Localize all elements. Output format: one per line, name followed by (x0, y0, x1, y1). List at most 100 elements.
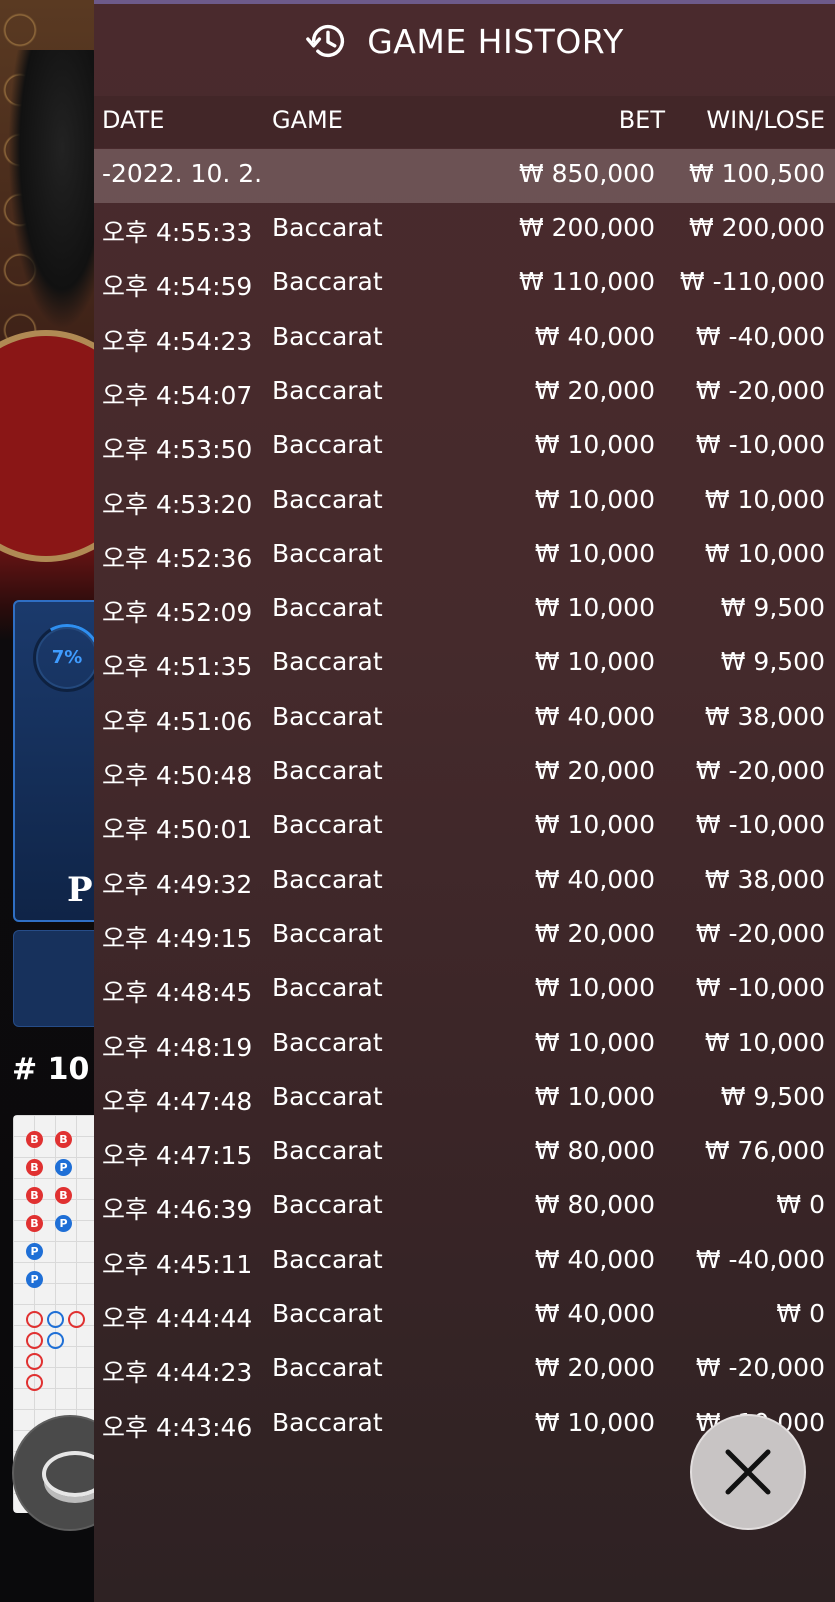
table-row[interactable]: 오후 4:54:07 Baccarat ₩ 20,000 ₩ -20,000 (94, 369, 835, 423)
table-row[interactable]: 오후 4:47:15 Baccarat ₩ 80,000 ₩ 76,000 (94, 1129, 835, 1183)
history-game: Baccarat (272, 756, 383, 785)
date-total-bet: ₩ 850,000 (518, 159, 655, 188)
history-game: Baccarat (272, 430, 383, 460)
column-headers: DATE GAME BET WIN/LOSE (94, 96, 835, 148)
history-time: 오후 4:53:20 (102, 489, 253, 519)
history-game: Baccarat (272, 593, 383, 623)
road-ring (26, 1374, 43, 1391)
table-row[interactable]: 오후 4:50:01 Baccarat ₩ 10,000 ₩ -10,000 (94, 803, 835, 857)
history-time: 오후 4:44:44 (102, 1304, 253, 1333)
history-game: Baccarat (272, 1136, 383, 1166)
game-table (0, 330, 100, 562)
history-time: 오후 4:52:36 (102, 543, 253, 573)
history-win-lose: ₩ 10,000 (704, 538, 825, 568)
history-game: Baccarat (272, 701, 383, 731)
table-row[interactable]: 오후 4:51:35 Baccarat ₩ 10,000 ₩ 9,500 (94, 640, 835, 694)
game-history-panel: GAME HISTORY DATE GAME BET WIN/LOSE -202… (94, 0, 835, 1602)
history-icon (306, 24, 345, 58)
table-row[interactable]: 오후 4:49:15 Baccarat ₩ 20,000 ₩ -20,000 (94, 912, 835, 966)
history-header: GAME HISTORY (94, 18, 835, 78)
history-game: Baccarat (272, 1081, 383, 1111)
table-row[interactable]: 오후 4:44:44 Baccarat ₩ 40,000 ₩ 0 (94, 1292, 835, 1346)
progress-ring: 7% (33, 624, 101, 692)
table-row[interactable]: 오후 4:48:19 Baccarat ₩ 10,000 ₩ 10,000 (94, 1021, 835, 1075)
history-time: 오후 4:48:19 (102, 1032, 253, 1062)
table-row[interactable]: 오후 4:48:45 Baccarat ₩ 10,000 ₩ -10,000 (94, 966, 835, 1020)
table-row[interactable]: 오후 4:44:23 Baccarat ₩ 20,000 ₩ -20,000 (94, 1346, 835, 1400)
col-bet: BET (618, 106, 665, 134)
history-time: 오후 4:43:46 (102, 1412, 253, 1442)
history-game: Baccarat (272, 538, 383, 568)
col-win-lose: WIN/LOSE (706, 106, 825, 134)
table-row[interactable]: 오후 4:53:20 Baccarat ₩ 10,000 ₩ 10,000 (94, 478, 835, 532)
history-time: 오후 4:49:15 (102, 923, 253, 953)
history-bet: ₩ 10,000 (534, 593, 655, 623)
history-time: 오후 4:50:48 (102, 761, 253, 790)
table-row[interactable]: 오후 4:45:11 Baccarat ₩ 40,000 ₩ -40,000 (94, 1238, 835, 1292)
history-bet: ₩ 20,000 (534, 375, 655, 405)
history-bet: ₩ 20,000 (534, 756, 655, 785)
date-group-row[interactable]: -2022. 10. 2. ₩ 850,000 ₩ 100,500 (94, 149, 835, 203)
history-time: 오후 4:54:59 (102, 272, 253, 302)
history-time: 오후 4:51:35 (102, 652, 253, 682)
history-win-lose: ₩ 9,500 (720, 1081, 825, 1111)
table-row[interactable]: 오후 4:52:36 Baccarat ₩ 10,000 ₩ 10,000 (94, 532, 835, 586)
history-win-lose: ₩ -10,000 (695, 810, 825, 840)
table-row[interactable]: 오후 4:46:39 Baccarat ₩ 80,000 ₩ 0 (94, 1183, 835, 1237)
table-row[interactable]: 오후 4:51:06 Baccarat ₩ 40,000 ₩ 38,000 (94, 695, 835, 749)
table-row[interactable]: 오후 4:49:32 Baccarat ₩ 40,000 ₩ 38,000 (94, 858, 835, 912)
history-win-lose: ₩ -20,000 (695, 756, 825, 785)
history-win-lose: ₩ 10,000 (704, 484, 825, 514)
history-time: 오후 4:51:06 (102, 706, 253, 736)
history-time: 오후 4:47:15 (102, 1141, 253, 1171)
history-win-lose: ₩ 10,000 (704, 1027, 825, 1057)
history-game: Baccarat (272, 1299, 383, 1328)
table-row[interactable]: 오후 4:54:59 Baccarat ₩ 110,000 ₩ -110,000 (94, 260, 835, 314)
table-row[interactable]: 오후 4:47:48 Baccarat ₩ 10,000 ₩ 9,500 (94, 1075, 835, 1129)
table-row[interactable]: 오후 4:55:33 Baccarat ₩ 200,000 ₩ 200,000 (94, 206, 835, 260)
close-button[interactable] (690, 1414, 806, 1530)
history-win-lose: ₩ 0 (776, 1299, 825, 1328)
dealer-figure (8, 50, 98, 330)
history-bet: ₩ 40,000 (534, 1244, 655, 1274)
history-time: 오후 4:47:48 (102, 1086, 253, 1116)
history-win-lose: ₩ -40,000 (695, 321, 825, 351)
history-time: 오후 4:54:23 (102, 326, 253, 356)
history-game: Baccarat (272, 1244, 383, 1274)
road-ring (26, 1353, 43, 1370)
history-bet: ₩ 40,000 (534, 321, 655, 351)
history-game: Baccarat (272, 484, 383, 514)
history-bet: ₩ 10,000 (534, 647, 655, 677)
col-game: GAME (272, 106, 343, 134)
history-bet: ₩ 20,000 (534, 918, 655, 948)
history-win-lose: ₩ -10,000 (695, 973, 825, 1003)
history-win-lose: ₩ 38,000 (704, 864, 825, 894)
history-time: 오후 4:44:23 (102, 1358, 253, 1388)
history-game: Baccarat (272, 1027, 383, 1057)
close-icon (725, 1449, 771, 1495)
history-win-lose: ₩ -20,000 (695, 375, 825, 405)
history-win-lose: ₩ 200,000 (688, 213, 825, 242)
history-win-lose: ₩ -20,000 (695, 1353, 825, 1383)
history-time: 오후 4:53:50 (102, 435, 253, 465)
history-game: Baccarat (272, 1353, 383, 1383)
history-time: 오후 4:45:11 (102, 1249, 253, 1279)
table-row[interactable]: 오후 4:54:23 Baccarat ₩ 40,000 ₩ -40,000 (94, 315, 835, 369)
table-row[interactable]: 오후 4:50:48 Baccarat ₩ 20,000 ₩ -20,000 (94, 749, 835, 803)
history-game: Baccarat (272, 810, 383, 840)
round-number: # 10 (12, 1052, 90, 1087)
history-bet: ₩ 10,000 (534, 1027, 655, 1057)
history-time: 오후 4:48:45 (102, 978, 253, 1008)
history-bet: ₩ 20,000 (534, 1353, 655, 1383)
history-bet: ₩ 10,000 (534, 538, 655, 568)
history-game: Baccarat (272, 213, 383, 242)
table-row[interactable]: 오후 4:52:09 Baccarat ₩ 10,000 ₩ 9,500 (94, 586, 835, 640)
history-bet: ₩ 80,000 (534, 1190, 655, 1220)
history-win-lose: ₩ 9,500 (720, 593, 825, 623)
road-dot-banker: B (26, 1159, 43, 1176)
history-game: Baccarat (272, 1190, 383, 1220)
history-win-lose: ₩ 9,500 (720, 647, 825, 677)
history-time: 오후 4:49:32 (102, 869, 253, 899)
history-time: 오후 4:55:33 (102, 218, 253, 247)
table-row[interactable]: 오후 4:53:50 Baccarat ₩ 10,000 ₩ -10,000 (94, 423, 835, 477)
